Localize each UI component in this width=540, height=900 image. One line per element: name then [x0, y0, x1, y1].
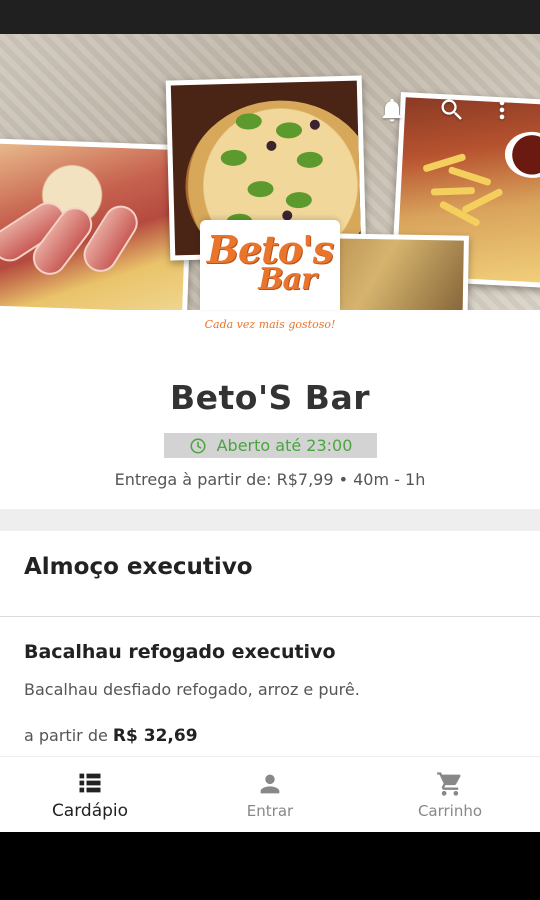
delivery-info: Entrega à partir de: R$7,99 • 40m - 1h — [114, 470, 426, 489]
clock-icon — [190, 438, 206, 453]
menu-item-name: Bacalhau refogado executivo — [24, 641, 336, 663]
person-icon — [260, 774, 280, 793]
store-content: Beto'S Bar Aberto até 23:00 Entrega à pa… — [0, 310, 540, 756]
price-prefix: a partir de — [24, 726, 108, 745]
menu-item-price: a partir de R$ 32,69 — [24, 726, 198, 746]
bell-icon — [382, 98, 402, 122]
nav-label-entrar: Entrar — [246, 801, 294, 820]
open-status-badge: Aberto até 23:00 — [164, 433, 377, 458]
cart-icon — [437, 771, 461, 796]
more-options-button[interactable] — [482, 90, 522, 130]
nav-label-cardapio: Cardápio — [51, 800, 129, 821]
divider — [0, 616, 540, 617]
bottom-navigation: Cardápio Entrar Carrinho — [0, 756, 540, 832]
header-actions — [362, 90, 522, 130]
nav-item-entrar[interactable]: Entrar — [180, 757, 360, 832]
search-button[interactable] — [422, 90, 482, 130]
store-name: Beto'S Bar — [169, 378, 371, 417]
more-vert-icon — [499, 100, 505, 120]
price-value: R$ 32,69 — [112, 726, 198, 746]
store-logo: Beto's Bar — [200, 220, 340, 310]
menu-item-description: Bacalhau desfiado refogado, arroz e purê… — [24, 680, 360, 699]
menu-section-title: Almoço executivo — [24, 554, 253, 580]
notifications-button[interactable] — [362, 90, 422, 130]
nav-item-cardapio[interactable]: Cardápio — [0, 757, 180, 832]
open-status-text: Aberto até 23:00 — [216, 436, 353, 455]
photo-ham-platter — [0, 138, 193, 310]
logo-tagline: Cada vez mais gostoso! — [204, 318, 336, 331]
section-separator — [0, 509, 540, 531]
status-bar — [0, 0, 540, 34]
nav-item-carrinho[interactable]: Carrinho — [360, 757, 540, 832]
system-navigation-bar — [0, 832, 540, 900]
logo-word-bar: Bar — [258, 262, 317, 297]
search-icon — [441, 99, 462, 120]
nav-label-carrinho: Carrinho — [417, 801, 483, 820]
menu-list-icon — [79, 773, 101, 792]
